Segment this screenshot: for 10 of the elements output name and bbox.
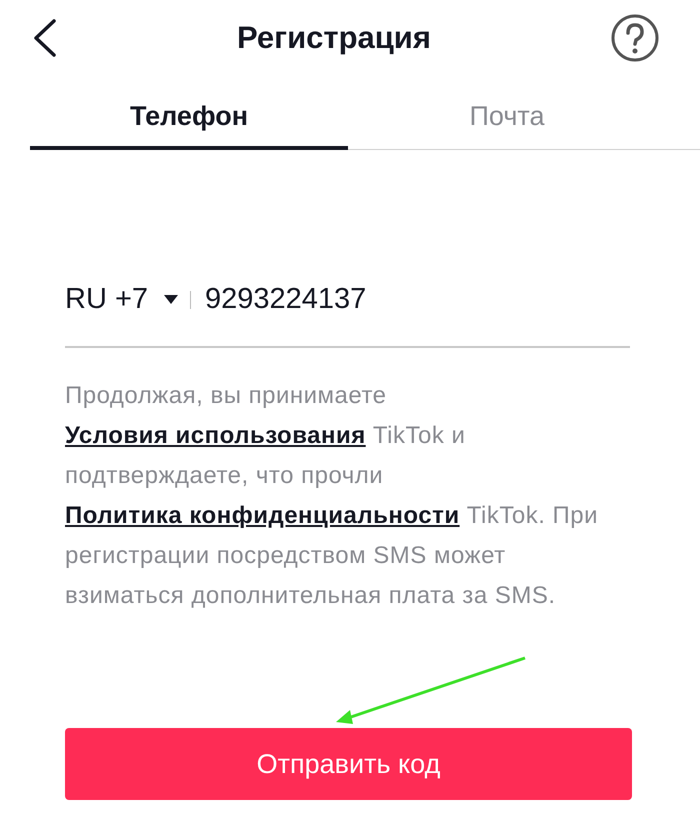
terms-link[interactable]: Условия использования: [65, 422, 366, 448]
terms-link[interactable]: Политика конфиденциальности: [65, 502, 460, 528]
phone-field[interactable]: 9293224137: [205, 278, 586, 322]
caret-icon[interactable]: [164, 295, 178, 304]
page-title: Регистрация: [237, 18, 431, 57]
tab[interactable]: Телефон: [30, 86, 348, 150]
country-code[interactable]: RU +7: [65, 278, 148, 322]
terms-text: Продолжая, вы принимаете Условия использования TikTok и подтверждаете, что прочли Политика конфиденциальности TikTok. При регистрации посредством SMS может взиматься дополнительная плата за SMS.: [65, 380, 600, 610]
help-icon[interactable]: [610, 13, 660, 63]
send-code-button[interactable]: Отправить код: [65, 728, 632, 800]
